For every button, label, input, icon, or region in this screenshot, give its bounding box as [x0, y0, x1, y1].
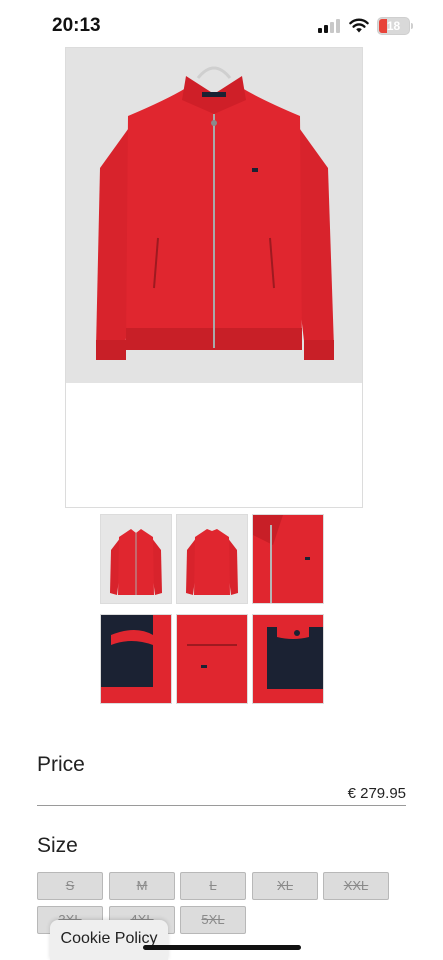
battery-level: 18 — [386, 19, 401, 33]
size-option-l[interactable]: L — [180, 872, 246, 900]
jacket-pocket-closeup-thumbnail[interactable] — [176, 614, 248, 704]
size-option-5xl[interactable]: 5XL — [180, 906, 246, 934]
jacket-back-thumbnail[interactable] — [176, 514, 248, 604]
jacket-collar-closeup-thumbnail[interactable] — [252, 514, 324, 604]
size-option-xl[interactable]: XL — [252, 872, 318, 900]
price-label: Price — [37, 753, 85, 776]
price-divider — [37, 805, 406, 806]
jacket-front-thumbnail[interactable] — [100, 514, 172, 604]
jacket-inside-lining-thumbnail[interactable] — [100, 614, 172, 704]
battery-icon: 18 — [377, 17, 410, 35]
size-label: Size — [37, 834, 78, 857]
status-bar: 20:13 18 — [0, 0, 443, 52]
size-option-xxl[interactable]: XXL — [323, 872, 389, 900]
status-time: 20:13 — [52, 15, 101, 36]
main-product-image[interactable] — [65, 47, 363, 508]
jacket-inner-pocket-thumbnail[interactable] — [252, 614, 324, 704]
wifi-icon — [349, 18, 369, 33]
cookie-policy-button[interactable]: Cookie Policy — [50, 920, 168, 960]
size-option-m[interactable]: M — [109, 872, 175, 900]
size-option-s[interactable]: S — [37, 872, 103, 900]
price-value: € 279.95 — [347, 785, 406, 802]
red-jacket-front-image — [66, 48, 362, 383]
battery-cap — [411, 23, 413, 29]
cellular-signal-icon — [318, 19, 340, 33]
home-indicator[interactable] — [143, 945, 301, 950]
